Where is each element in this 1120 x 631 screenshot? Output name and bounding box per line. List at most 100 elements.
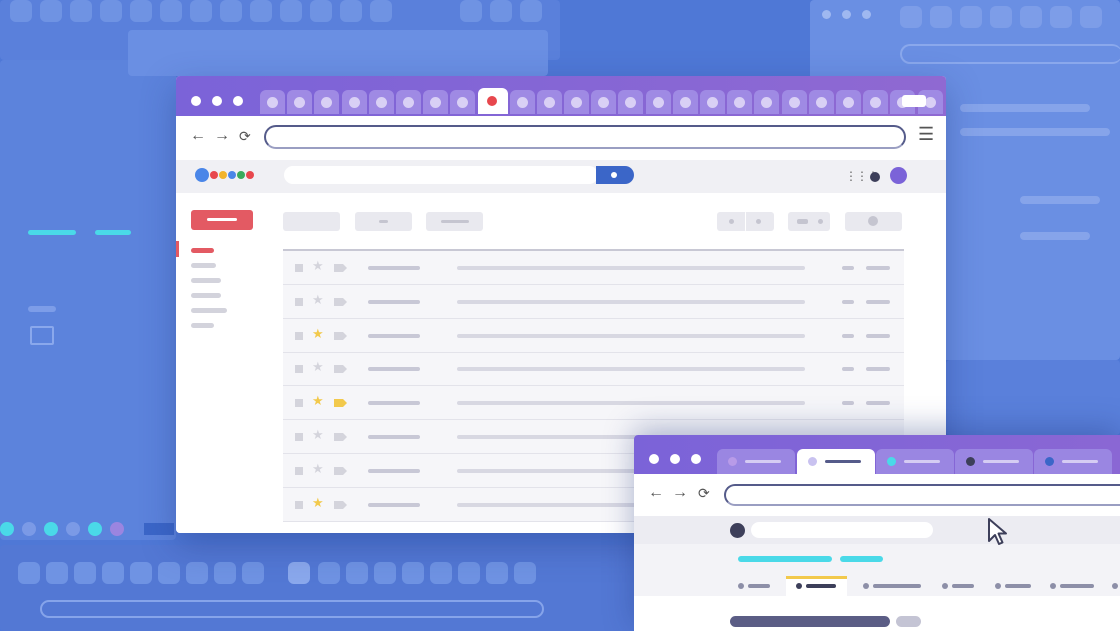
search-button[interactable] [596,166,634,184]
email-row[interactable]: ★ [283,251,904,285]
active-tab[interactable] [477,88,508,114]
maximize-window-dot[interactable] [233,96,243,106]
reload-icon[interactable]: ⟳ [698,485,710,502]
sidebar-item[interactable] [191,293,221,298]
new-tab-button[interactable] [902,95,926,107]
subtab[interactable] [806,584,836,588]
browser-tab[interactable] [618,90,644,114]
star-icon[interactable]: ★ [312,359,324,375]
browser-tab[interactable] [955,449,1033,474]
star-icon[interactable]: ★ [312,461,324,477]
active-tab[interactable] [797,449,875,474]
row-checkbox[interactable] [295,297,303,306]
browser-tab[interactable] [341,90,367,114]
sidebar-item-inbox[interactable] [191,248,214,253]
row-checkbox[interactable] [295,433,303,441]
browser-tab[interactable] [314,90,340,114]
star-icon[interactable]: ★ [312,258,324,274]
email-row[interactable]: ★ [283,386,904,421]
sidebar-item[interactable] [191,323,214,328]
browser-tab[interactable] [564,90,589,114]
star-icon[interactable]: ★ [312,292,324,308]
refresh-button[interactable] [355,212,412,231]
browser-tab[interactable] [645,90,671,114]
row-checkbox[interactable] [295,331,303,340]
subtab[interactable] [952,584,974,588]
close-window-dot[interactable] [649,454,659,464]
row-checkbox[interactable] [295,264,303,272]
sidebar-item[interactable] [191,308,227,313]
browser-tab[interactable] [781,90,807,114]
importance-tag-icon[interactable] [334,264,347,272]
browser-tab[interactable] [700,90,725,114]
browser-tab[interactable] [423,90,449,114]
input-tools-button[interactable] [788,212,830,231]
highlight-link[interactable] [738,556,832,562]
address-bar[interactable] [724,484,1120,506]
importance-tag-icon[interactable] [334,365,347,374]
star-icon[interactable]: ★ [312,393,324,409]
browser-tab[interactable] [808,90,834,114]
highlight-link[interactable] [840,556,883,562]
row-checkbox[interactable] [295,500,303,509]
menu-icon[interactable]: ☰ [918,124,934,145]
search-input[interactable] [284,166,598,184]
back-arrow-icon[interactable]: ← [648,484,664,502]
address-bar[interactable] [264,125,906,149]
browser-tab[interactable] [368,90,394,114]
more-actions-button[interactable] [426,212,483,231]
row-checkbox[interactable] [295,365,303,374]
row-checkbox[interactable] [295,466,303,475]
browser-tab[interactable] [836,90,861,114]
pagination-controls[interactable] [717,212,774,231]
avatar[interactable] [890,167,907,184]
importance-tag-icon[interactable] [334,399,347,408]
subtab[interactable] [873,584,921,588]
browser-tab[interactable] [727,90,753,114]
site-search-input[interactable] [751,522,933,538]
forward-arrow-icon[interactable]: → [214,127,230,145]
browser-tab[interactable] [672,90,698,114]
subtab[interactable] [1060,584,1094,588]
browser-tab[interactable] [876,449,954,474]
star-icon[interactable]: ★ [312,427,324,443]
subtab[interactable] [1005,584,1031,588]
importance-tag-icon[interactable] [334,433,347,441]
email-row[interactable]: ★ [283,285,904,319]
subtab[interactable] [748,584,770,588]
browser-tab[interactable] [450,90,476,114]
star-icon[interactable]: ★ [312,326,324,342]
browser-tab[interactable] [591,90,617,114]
compose-button[interactable] [191,210,253,230]
browser-tab[interactable] [509,90,535,114]
reload-icon[interactable]: ⟳ [239,128,251,145]
browser-tab[interactable] [287,90,313,114]
browser-tab[interactable] [396,90,421,114]
forward-arrow-icon[interactable]: → [672,484,688,502]
maximize-window-dot[interactable] [691,454,701,464]
settings-button[interactable] [845,212,902,231]
importance-tag-icon[interactable] [334,466,347,475]
mail-logo[interactable] [195,166,255,184]
browser-tab[interactable] [717,449,795,474]
select-all-button[interactable] [283,212,340,231]
back-arrow-icon[interactable]: ← [190,127,206,145]
importance-tag-icon[interactable] [334,331,347,340]
importance-tag-icon[interactable] [334,297,347,306]
row-checkbox[interactable] [295,399,303,408]
browser-tab[interactable] [1034,449,1112,474]
close-window-dot[interactable] [191,96,201,106]
sidebar-item[interactable] [191,263,216,268]
browser-tab[interactable] [863,90,889,114]
star-icon[interactable]: ★ [312,495,324,511]
notifications-icon[interactable] [870,172,880,182]
browser-tab[interactable] [754,90,780,114]
browser-tab[interactable] [536,90,562,114]
email-row[interactable]: ★ [283,319,904,353]
sidebar-item[interactable] [191,278,221,283]
minimize-window-dot[interactable] [670,454,680,464]
email-row[interactable]: ★ [283,352,904,387]
site-logo-icon[interactable] [730,523,745,538]
importance-tag-icon[interactable] [334,500,347,509]
browser-tab[interactable] [260,90,285,114]
